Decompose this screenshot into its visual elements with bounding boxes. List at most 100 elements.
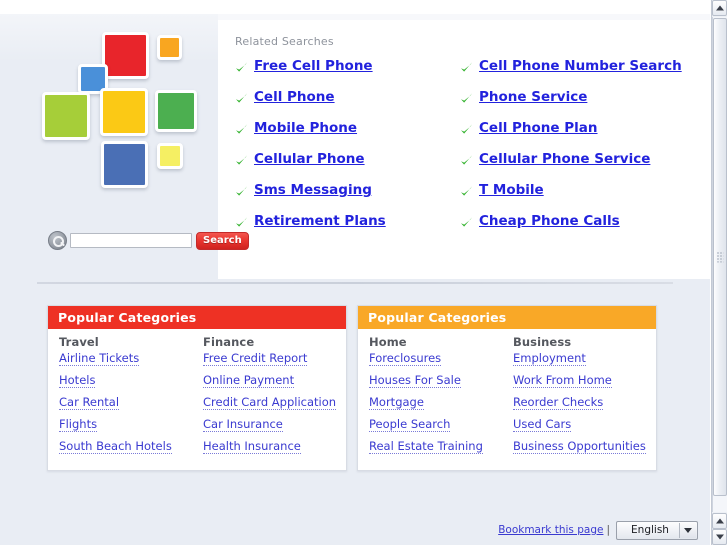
green-check-icon xyxy=(235,216,248,230)
related-search-item: Phone Service xyxy=(460,89,685,120)
related-search-link[interactable]: T Mobile xyxy=(479,183,544,198)
related-search-item: Cellular Phone Service xyxy=(460,151,685,182)
search-bar: Search xyxy=(48,231,249,250)
related-searches-row: Mobile Phone Cell Phone Plan xyxy=(235,120,685,151)
category-column: Travel Airline Tickets Hotels Car Rental Fli… xyxy=(48,335,197,461)
green-check-icon xyxy=(460,92,473,106)
related-search-link[interactable]: Sms Messaging xyxy=(254,183,372,198)
magnifier-icon xyxy=(48,231,67,250)
category-link[interactable]: Reorder Checks xyxy=(513,395,604,410)
indigo-square xyxy=(101,141,148,188)
green-check-icon xyxy=(460,61,473,75)
related-search-link[interactable]: Mobile Phone xyxy=(254,121,357,136)
popular-categories-header: Popular Categories xyxy=(48,306,346,329)
related-search-item: Retirement Plans xyxy=(235,213,460,244)
category-link[interactable]: Free Credit Report xyxy=(203,351,308,366)
category-link[interactable]: Airline Tickets xyxy=(59,351,140,366)
related-search-link[interactable]: Cellular Phone xyxy=(254,152,365,167)
green-check-icon xyxy=(235,154,248,168)
category-link[interactable]: Mortgage xyxy=(369,395,424,410)
pale-yellow-square xyxy=(157,143,183,169)
category-column: Business Employment Work From Home Reorder … xyxy=(507,335,656,461)
related-search-item: Cell Phone Plan xyxy=(460,120,685,151)
category-link[interactable]: Used Cars xyxy=(513,417,572,432)
category-link[interactable]: Work From Home xyxy=(513,373,612,388)
bookmark-this-page-link[interactable]: Bookmark this page xyxy=(498,524,603,536)
green-check-icon xyxy=(460,185,473,199)
related-search-item: Cellular Phone xyxy=(235,151,460,182)
category-link[interactable]: Houses For Sale xyxy=(369,373,461,388)
scroll-up-arrow-icon-secondary[interactable] xyxy=(712,513,727,529)
green-check-icon xyxy=(460,216,473,230)
related-search-link[interactable]: Cell Phone xyxy=(254,90,335,105)
category-link[interactable]: Employment xyxy=(513,351,586,366)
related-search-item: Sms Messaging xyxy=(235,182,460,213)
category-link[interactable]: Car Insurance xyxy=(203,417,283,432)
page-root: Search Related Searches Free Cell Phone C… xyxy=(0,0,727,545)
category-link[interactable]: Car Rental xyxy=(59,395,120,410)
category-group-title: Business xyxy=(513,335,572,349)
red-square xyxy=(102,32,149,79)
related-search-link[interactable]: Phone Service xyxy=(479,90,587,105)
category-link[interactable]: Online Payment xyxy=(203,373,295,388)
related-search-link[interactable]: Retirement Plans xyxy=(254,214,386,229)
scrollbar-thumb[interactable] xyxy=(713,18,727,496)
category-link[interactable]: South Beach Hotels xyxy=(59,439,172,454)
yellow-square xyxy=(100,88,148,136)
orange-square xyxy=(157,35,182,60)
related-searches-row: Cell Phone Phone Service xyxy=(235,89,685,120)
scrollbar-grip xyxy=(716,251,724,263)
category-link[interactable]: Hotels xyxy=(59,373,96,388)
related-search-item: Cell Phone Number Search xyxy=(460,58,685,89)
green-square xyxy=(155,90,197,132)
related-search-item: Cell Phone xyxy=(235,89,460,120)
page-footer: Bookmark this page | English xyxy=(0,515,710,545)
search-input[interactable] xyxy=(70,233,192,248)
category-group-title: Finance xyxy=(203,335,255,349)
related-searches-row: Free Cell Phone Cell Phone Number Search xyxy=(235,58,685,89)
related-search-item: Cheap Phone Calls xyxy=(460,213,685,244)
category-link[interactable]: Health Insurance xyxy=(203,439,301,454)
related-search-link[interactable]: Cell Phone Plan xyxy=(479,121,598,136)
related-search-item: Free Cell Phone xyxy=(235,58,460,89)
green-check-icon xyxy=(460,154,473,168)
page-content: Search Related Searches Free Cell Phone C… xyxy=(0,0,710,545)
popular-categories-header: Popular Categories xyxy=(358,306,656,329)
related-searches-title: Related Searches xyxy=(235,35,334,48)
related-search-item: Mobile Phone xyxy=(235,120,460,151)
scroll-down-arrow-icon[interactable] xyxy=(712,529,727,545)
category-column: Home Foreclosures Houses For Sale Mortgage P… xyxy=(358,335,507,461)
language-select-value: English xyxy=(631,524,669,536)
vertical-scrollbar[interactable] xyxy=(711,0,727,545)
chevron-down-icon xyxy=(679,522,696,538)
category-link[interactable]: Foreclosures xyxy=(369,351,442,366)
related-search-link[interactable]: Cheap Phone Calls xyxy=(479,214,620,229)
scroll-up-arrow-icon[interactable] xyxy=(712,0,727,16)
related-searches-row: Cellular Phone Cellular Phone Service xyxy=(235,151,685,182)
related-search-item: T Mobile xyxy=(460,182,685,213)
popular-categories-body: Travel Airline Tickets Hotels Car Rental Fli… xyxy=(48,329,346,470)
category-link[interactable]: Credit Card Application xyxy=(203,395,337,410)
green-check-icon xyxy=(460,123,473,137)
popular-categories-box-2: Popular Categories Home Foreclosures Houses… xyxy=(357,305,657,471)
category-link[interactable]: People Search xyxy=(369,417,451,432)
related-search-link[interactable]: Cell Phone Number Search xyxy=(479,59,682,74)
category-link[interactable]: Real Estate Training xyxy=(369,439,483,454)
category-group-title: Home xyxy=(369,335,407,349)
popular-categories-box-1: Popular Categories Travel Airline Tickets H… xyxy=(47,305,347,471)
green-check-icon xyxy=(235,61,248,75)
horizontal-divider xyxy=(37,282,673,284)
category-column: Finance Free Credit Report Online Payment C… xyxy=(197,335,346,461)
related-searches-grid: Free Cell Phone Cell Phone Number Search C… xyxy=(235,58,685,244)
footer-separator: | xyxy=(606,524,610,536)
popular-categories-body: Home Foreclosures Houses For Sale Mortgage P… xyxy=(358,329,656,470)
category-group-title: Travel xyxy=(59,335,99,349)
related-search-link[interactable]: Cellular Phone Service xyxy=(479,152,650,167)
green-check-icon xyxy=(235,185,248,199)
language-select[interactable]: English xyxy=(616,520,698,540)
lime-square xyxy=(42,92,90,140)
related-search-link[interactable]: Free Cell Phone xyxy=(254,59,373,74)
site-logo xyxy=(40,24,210,204)
category-link[interactable]: Business Opportunities xyxy=(513,439,646,454)
category-link[interactable]: Flights xyxy=(59,417,98,432)
